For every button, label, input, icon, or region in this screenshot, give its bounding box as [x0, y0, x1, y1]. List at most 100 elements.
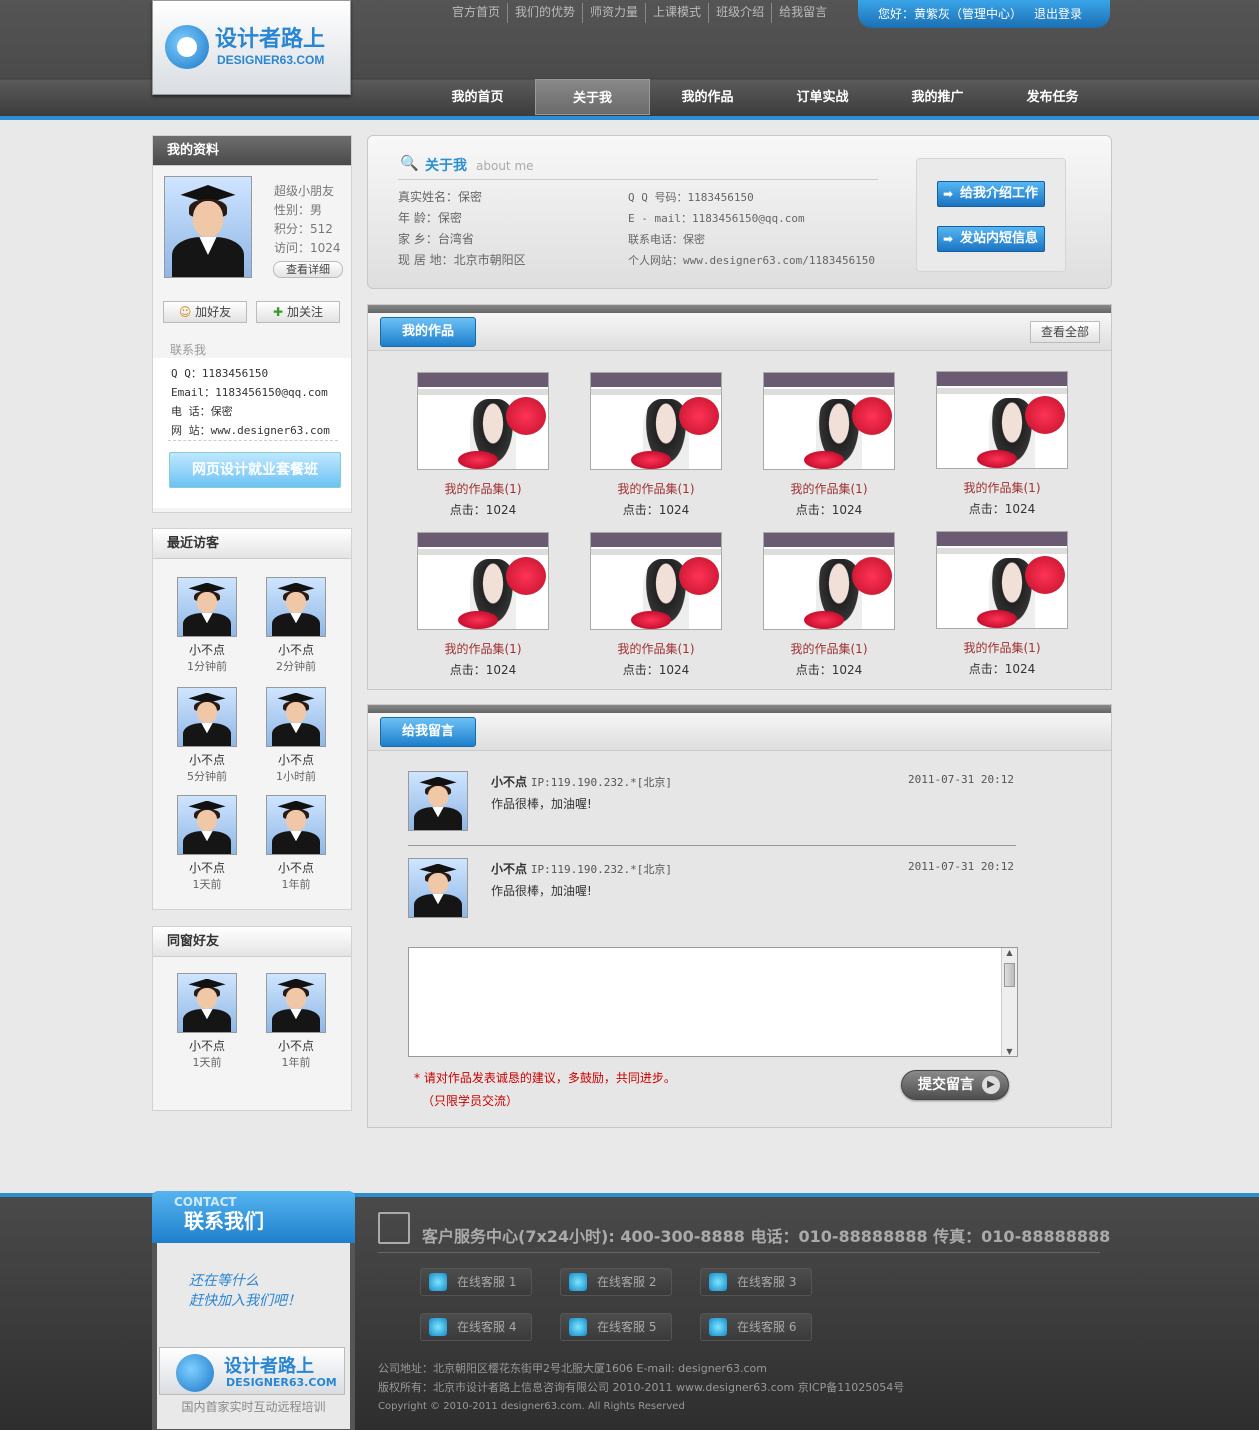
work-title[interactable]: 我的作品集(1): [581, 640, 731, 657]
message-avatar[interactable]: [408, 771, 468, 831]
scroll-up-icon[interactable]: ▲: [1002, 948, 1017, 957]
work-item[interactable]: 我的作品集(1) 点击：1024: [754, 372, 904, 518]
scroll-down-icon[interactable]: ▼: [1002, 1047, 1017, 1056]
work-thumbnail[interactable]: [590, 532, 722, 630]
work-title[interactable]: 我的作品集(1): [408, 640, 558, 657]
nav-publish[interactable]: 发布任务: [995, 79, 1110, 115]
visitor-item[interactable]: 小不点 2分钟前: [256, 577, 336, 674]
work-title[interactable]: 我的作品集(1): [927, 639, 1077, 656]
work-thumbnail[interactable]: [417, 532, 549, 630]
intro-job-button[interactable]: 给我介绍工作: [937, 181, 1045, 207]
work-title[interactable]: 我的作品集(1): [754, 480, 904, 497]
visitor-avatar: [177, 577, 237, 637]
work-title[interactable]: 我的作品集(1): [408, 480, 558, 497]
message-item: 小不点 IP:119.190.232.*[北京] 作品很棒，加油喔! 2011-…: [408, 771, 1018, 833]
visitors-title: 最近访客: [153, 529, 351, 559]
arrow-right-icon: ▶: [982, 1076, 1000, 1094]
course-banner-button[interactable]: 网页设计就业套餐班: [169, 452, 341, 488]
send-message-button[interactable]: 发站内短信息: [937, 226, 1045, 252]
plus-icon: ✚: [273, 305, 284, 319]
work-title[interactable]: 我的作品集(1): [581, 480, 731, 497]
work-thumbnail[interactable]: [590, 372, 722, 470]
message-avatar[interactable]: [408, 858, 468, 918]
online-service-6[interactable]: 在线客服 6: [700, 1313, 812, 1341]
visitor-item[interactable]: 小不点 1小时前: [256, 687, 336, 784]
footer-logo[interactable]: 设计者路上 DESIGNER63.COM: [159, 1347, 345, 1395]
top-link-advantage[interactable]: 我们的优势: [508, 3, 584, 23]
classmate-item[interactable]: 小不点 1年前: [256, 973, 336, 1070]
online-service-5[interactable]: 在线客服 5: [560, 1313, 672, 1341]
nav-works[interactable]: 我的作品: [650, 79, 765, 115]
online-service-4[interactable]: 在线客服 4: [420, 1313, 532, 1341]
profile-title: 我的资料: [153, 136, 351, 166]
logo-icon: [165, 25, 209, 69]
nav-home[interactable]: 我的首页: [420, 79, 535, 115]
view-all-button[interactable]: 查看全部: [1030, 321, 1100, 343]
message-textarea[interactable]: ▲ ▼: [408, 947, 1018, 1057]
work-thumbnail[interactable]: [763, 372, 895, 470]
site-logo[interactable]: 设计者路上 DESIGNER63.COM: [152, 0, 351, 95]
work-clicks: 点击：1024: [449, 503, 517, 517]
works-section: 我的作品 查看全部 我的作品集(1) 点击：1024 我的作品集(1) 点击：1…: [367, 304, 1112, 690]
add-friend-label: 加好友: [195, 305, 232, 319]
contact-email[interactable]: 1183456150@qq.com: [215, 386, 328, 399]
follow-button[interactable]: ✚ 加关注: [256, 301, 340, 323]
classmate-item[interactable]: 小不点 1天前: [167, 973, 247, 1070]
logout-link[interactable]: 退出登录: [1034, 5, 1082, 22]
view-detail-button[interactable]: 查看详细: [273, 261, 343, 278]
messages-tab[interactable]: 给我留言: [380, 717, 476, 747]
profile-panel: 我的资料 超级小朋友 性别：男 积分：512 访问：1024 查看详细 ☺ 加好…: [152, 135, 352, 513]
work-title[interactable]: 我的作品集(1): [754, 640, 904, 657]
work-clicks: 点击：1024: [795, 663, 863, 677]
message-author[interactable]: 小不点: [491, 775, 527, 789]
scroll-thumb[interactable]: [1004, 963, 1015, 987]
works-tab[interactable]: 我的作品: [380, 317, 476, 347]
work-thumbnail[interactable]: [936, 531, 1068, 629]
visitor-item[interactable]: 小不点 1天前: [167, 795, 247, 892]
visitor-item[interactable]: 小不点 1分钟前: [167, 577, 247, 674]
email[interactable]: 1183456150@qq.com: [692, 212, 805, 225]
greeting[interactable]: 您好：黄紫灰（管理中心）: [878, 5, 1022, 22]
nav-about[interactable]: 关于我: [535, 79, 650, 115]
about-fields-right: Q Q 号码：1183456150 E - mail：1183456150@qq…: [628, 191, 876, 267]
add-friend-icon: ☺: [178, 305, 192, 319]
message-author[interactable]: 小不点: [491, 862, 527, 876]
profile-avatar[interactable]: [164, 176, 252, 278]
visitor-item[interactable]: 小不点 1年前: [256, 795, 336, 892]
work-thumbnail[interactable]: [417, 372, 549, 470]
contact-website[interactable]: www.designer63.com: [211, 424, 330, 437]
submit-message-button[interactable]: 提交留言 ▶: [901, 1070, 1009, 1100]
contact-phone: 保密: [210, 405, 233, 418]
real-name: 保密: [458, 190, 483, 204]
online-service-3[interactable]: 在线客服 3: [700, 1268, 812, 1296]
online-service-2[interactable]: 在线客服 2: [560, 1268, 672, 1296]
top-link-message[interactable]: 给我留言: [772, 3, 834, 23]
nav-promotion[interactable]: 我的推广: [880, 79, 995, 115]
visitor-item[interactable]: 小不点 5分钟前: [167, 687, 247, 784]
work-title[interactable]: 我的作品集(1): [927, 479, 1077, 496]
work-clicks: 点击：1024: [968, 662, 1036, 676]
top-link-classes[interactable]: 班级介绍: [709, 3, 773, 23]
work-thumbnail[interactable]: [936, 371, 1068, 469]
work-item[interactable]: 我的作品集(1) 点击：1024: [581, 372, 731, 518]
work-item[interactable]: 我的作品集(1) 点击：1024: [408, 532, 558, 678]
visitor-time: 1天前: [192, 878, 222, 891]
work-item[interactable]: 我的作品集(1) 点击：1024: [927, 531, 1077, 677]
visitor-avatar: [266, 795, 326, 855]
top-link-teachers[interactable]: 师资力量: [583, 3, 647, 23]
top-link-home[interactable]: 官方首页: [445, 3, 509, 23]
about-subtitle: about me: [476, 159, 534, 173]
work-item[interactable]: 我的作品集(1) 点击：1024: [408, 372, 558, 518]
work-item[interactable]: 我的作品集(1) 点击：1024: [927, 371, 1077, 517]
online-service-1[interactable]: 在线客服 1: [420, 1268, 532, 1296]
contact-box: 还在等什么 赶快加入我们吧！ 设计者路上 DESIGNER63.COM 国内首家…: [152, 1243, 355, 1430]
textarea-scrollbar[interactable]: ▲ ▼: [1001, 948, 1017, 1056]
nav-orders[interactable]: 订单实战: [765, 79, 880, 115]
add-friend-button[interactable]: ☺ 加好友: [163, 301, 247, 323]
work-item[interactable]: 我的作品集(1) 点击：1024: [754, 532, 904, 678]
personal-website[interactable]: www.designer63.com/1183456150: [683, 254, 875, 267]
work-thumbnail[interactable]: [763, 532, 895, 630]
visitor-avatar: [266, 687, 326, 747]
top-link-mode[interactable]: 上课模式: [646, 3, 710, 23]
work-item[interactable]: 我的作品集(1) 点击：1024: [581, 532, 731, 678]
